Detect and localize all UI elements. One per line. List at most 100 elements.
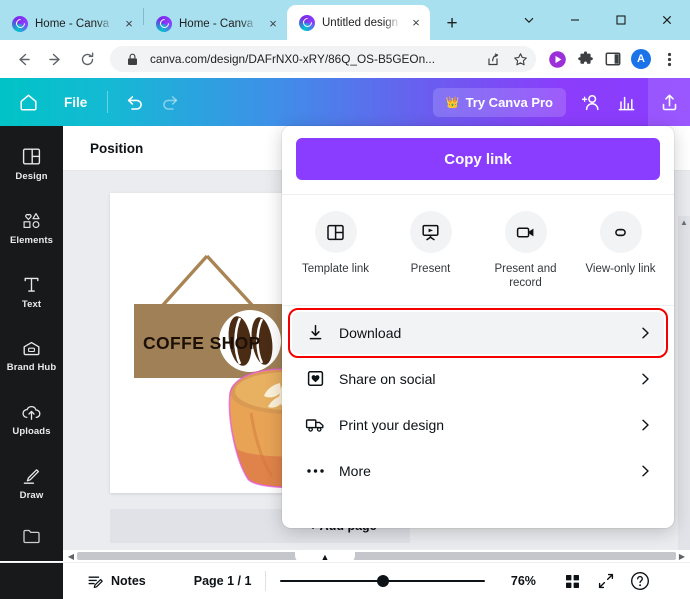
canva-app-header: File 👑 Try Canva Pro xyxy=(0,78,690,126)
chevron-up-icon[interactable]: ▲ xyxy=(680,218,688,227)
menu-item-download[interactable]: Download xyxy=(288,307,668,358)
new-tab-button[interactable]: + xyxy=(438,9,466,37)
puzzle-extension-icon[interactable] xyxy=(572,46,598,72)
sidebar-item-draw[interactable]: Draw xyxy=(0,451,63,515)
reload-icon[interactable] xyxy=(72,44,102,74)
quick-action-present-and-record[interactable]: Present and record xyxy=(482,211,570,291)
scroll-left-arrow-icon[interactable]: ◀ xyxy=(65,552,77,561)
fullscreen-icon[interactable] xyxy=(589,564,623,598)
header-divider xyxy=(107,91,109,113)
redo-icon[interactable] xyxy=(152,84,188,120)
quick-actions-row: Template link Present Present and record… xyxy=(282,194,674,305)
three-dot-menu-icon[interactable] xyxy=(656,46,682,72)
more-dots-icon xyxy=(305,461,325,481)
try-canva-pro-label: Try Canva Pro xyxy=(465,94,553,110)
menu-item-label: Download xyxy=(339,324,402,341)
home-icon[interactable] xyxy=(10,84,46,120)
sidebar-item-folder[interactable] xyxy=(0,515,63,561)
close-icon[interactable] xyxy=(644,5,690,35)
star-icon[interactable] xyxy=(510,49,530,69)
help-icon[interactable] xyxy=(623,564,657,598)
text-icon xyxy=(21,274,43,296)
zoom-level-label[interactable]: 76% xyxy=(499,574,547,588)
scroll-thumb[interactable] xyxy=(77,552,676,560)
menu-item-print-your-design[interactable]: Print your design xyxy=(292,404,664,446)
close-icon[interactable]: × xyxy=(121,16,137,32)
quick-action-label: Present and record xyxy=(494,263,557,290)
back-arrow-icon[interactable] xyxy=(8,44,38,74)
sidebar-item-design[interactable]: Design xyxy=(0,132,63,196)
avatar[interactable]: A xyxy=(628,46,654,72)
avatar-initial: A xyxy=(631,49,651,69)
address-bar[interactable]: canva.com/design/DAFrNX0-xRY/86Q_OS-B5GE… xyxy=(110,46,536,72)
horizontal-scrollbar[interactable]: ◀ ▶ xyxy=(63,550,690,562)
forward-arrow-icon[interactable] xyxy=(40,44,70,74)
print-truck-icon xyxy=(305,415,325,435)
chevron-right-icon xyxy=(639,464,652,478)
undo-icon[interactable] xyxy=(116,84,152,120)
bottom-toolbar: Notes Page 1 / 1 76% xyxy=(0,562,690,599)
analytics-icon[interactable] xyxy=(608,84,644,120)
page-indicator[interactable]: Page 1 / 1 xyxy=(160,574,266,588)
chevron-right-icon xyxy=(639,326,652,340)
try-canva-pro-button[interactable]: 👑 Try Canva Pro xyxy=(432,87,566,117)
canva-favicon xyxy=(12,15,28,32)
quick-action-present[interactable]: Present xyxy=(387,211,475,276)
notes-label: Notes xyxy=(111,574,146,588)
zoom-slider[interactable] xyxy=(280,571,486,591)
menu-item-more[interactable]: More xyxy=(292,450,664,492)
window-controls xyxy=(506,0,690,40)
left-sidebar: Design Elements Text Brand Hub Uploads D… xyxy=(0,126,63,561)
grid-view-icon[interactable] xyxy=(555,564,589,598)
sidebar-item-label: Draw xyxy=(19,490,44,502)
view-only-link-icon xyxy=(599,211,642,253)
notes-button[interactable]: Notes xyxy=(63,573,160,590)
share-menu-list: Download Share on social Print your desi… xyxy=(282,304,674,504)
sidebar-item-elements[interactable]: Elements xyxy=(0,196,63,260)
tab-search-chevron-down-icon[interactable] xyxy=(506,5,552,35)
vertical-scrollbar[interactable]: ▲ ▼ xyxy=(678,216,690,561)
chevron-right-icon xyxy=(639,418,652,432)
close-icon[interactable]: × xyxy=(265,16,281,32)
notes-icon xyxy=(87,573,104,590)
menu-item-label: More xyxy=(339,462,371,479)
position-button[interactable]: Position xyxy=(90,141,143,156)
browser-tab-2[interactable]: Home - Canva × xyxy=(144,7,287,40)
browser-tab-1[interactable]: Home - Canva × xyxy=(0,7,143,40)
menu-item-share-on-social[interactable]: Share on social xyxy=(292,358,664,400)
tab-title: Home - Canva xyxy=(179,17,254,30)
present-icon xyxy=(409,211,452,253)
folder-icon xyxy=(21,526,43,548)
canva-favicon xyxy=(299,14,315,31)
address-bar-url: canva.com/design/DAFrNX0-xRY/86Q_OS-B5GE… xyxy=(150,52,435,66)
quick-action-label: Template link xyxy=(301,263,370,275)
bottom-divider xyxy=(265,571,267,591)
sidebar-item-uploads[interactable]: Uploads xyxy=(0,387,63,451)
minimize-icon[interactable] xyxy=(552,5,598,35)
share-icon[interactable] xyxy=(482,49,502,69)
add-collaborator-icon[interactable] xyxy=(572,84,608,120)
browser-tab-strip: Home - Canva × Home - Canva × Untitled d… xyxy=(0,0,690,40)
quick-action-view-only-link[interactable]: View-only link xyxy=(577,211,665,276)
template-link-icon xyxy=(314,211,357,253)
close-icon[interactable]: × xyxy=(408,15,424,31)
scroll-right-arrow-icon[interactable]: ▶ xyxy=(676,552,688,561)
copy-link-button[interactable]: Copy link xyxy=(296,138,660,180)
chevron-right-icon xyxy=(639,372,652,386)
present-record-icon xyxy=(504,211,547,253)
sidebar-item-text[interactable]: Text xyxy=(0,260,63,324)
sidebar-item-brand-hub[interactable]: Brand Hub xyxy=(0,324,63,388)
menu-item-label: Share on social xyxy=(339,370,436,387)
share-upload-button[interactable] xyxy=(648,78,690,126)
play-circle-icon[interactable] xyxy=(544,46,570,72)
crown-icon: 👑 xyxy=(445,96,460,109)
side-panel-icon[interactable] xyxy=(600,46,626,72)
sidebar-item-label: Elements xyxy=(9,234,54,246)
zoom-slider-thumb[interactable] xyxy=(376,575,389,587)
browser-tab-3-active[interactable]: Untitled design × xyxy=(287,5,430,40)
elements-icon xyxy=(21,210,43,232)
uploads-icon xyxy=(21,401,43,423)
file-menu-button[interactable]: File xyxy=(52,89,99,116)
quick-action-template-link[interactable]: Template link xyxy=(292,211,380,276)
maximize-icon[interactable] xyxy=(598,5,644,35)
